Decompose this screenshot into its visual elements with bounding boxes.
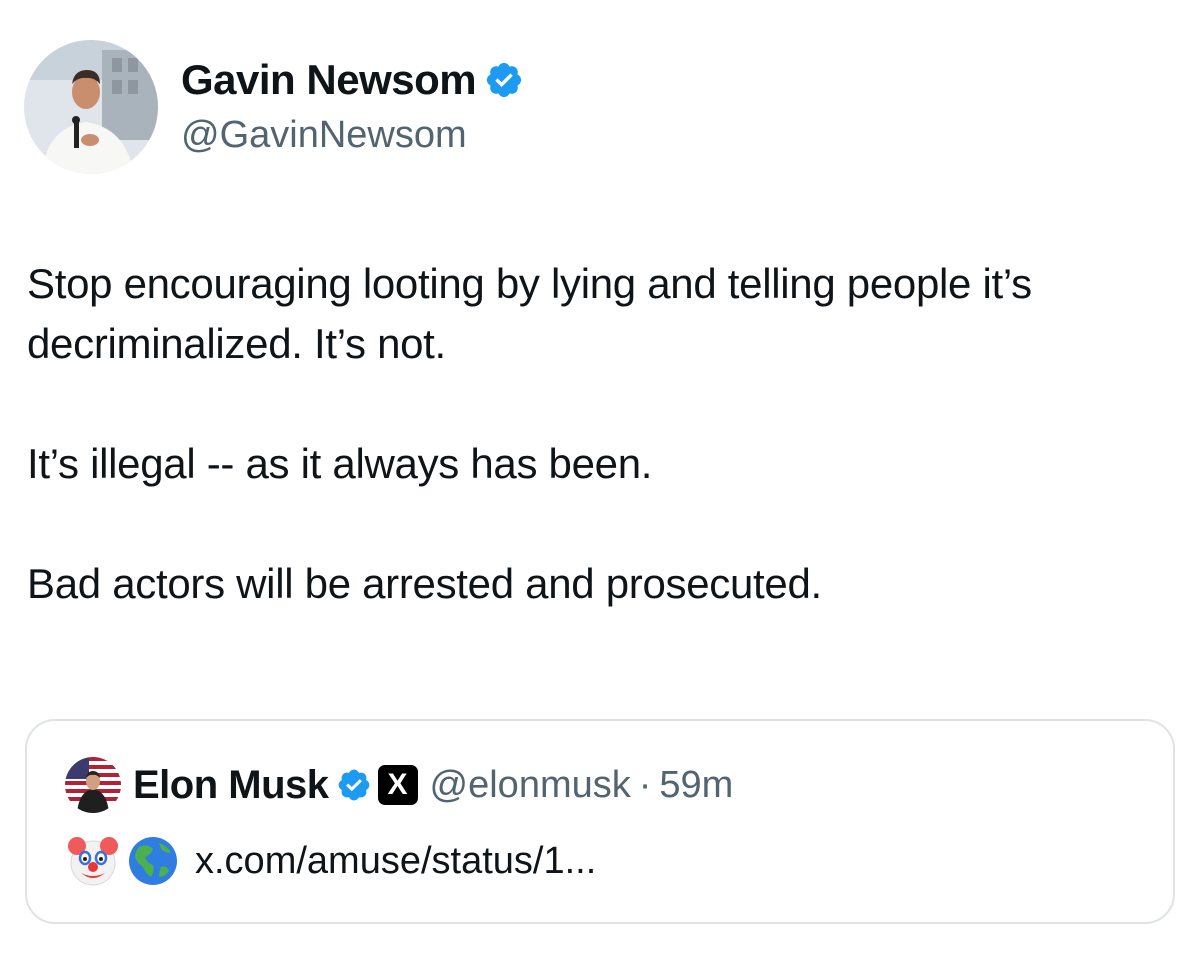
author-handle[interactable]: @GavinNewsom [181, 111, 524, 159]
quoted-author-display-name[interactable]: Elon Musk [133, 763, 329, 808]
quoted-timestamp[interactable]: 59m [659, 764, 733, 807]
quoted-tweet-body: x.com/amuse/status/1... [65, 833, 596, 889]
tweet-paragraph: Stop encouraging looting by lying and te… [27, 260, 1032, 367]
tweet-paragraph: It’s illegal -- as it always has been. [27, 440, 653, 487]
quoted-link[interactable]: x.com/amuse/status/1... [195, 840, 596, 883]
clown-face-icon [68, 837, 118, 886]
verified-badge-icon [338, 769, 369, 801]
quoted-tweet-card[interactable]: Elon Musk X @elonmusk · 59m x.com/amuse/… [25, 719, 1175, 924]
avatar-photo-icon [65, 757, 121, 813]
author-display-name[interactable]: Gavin Newsom [181, 55, 477, 105]
quoted-author-handle[interactable]: @elonmusk [430, 764, 631, 807]
x-badge-label: X [387, 768, 408, 801]
globe-americas-icon [129, 837, 177, 885]
author-avatar[interactable] [24, 40, 158, 174]
x-affiliate-badge-icon: X [377, 765, 418, 805]
tweet-paragraph: Bad actors will be arrested and prosecut… [27, 560, 822, 607]
separator-dot: · [638, 763, 652, 806]
tweet-text: Stop encouraging looting by lying and te… [27, 254, 1177, 614]
quoted-tweet-header: Elon Musk X @elonmusk · 59m [65, 757, 733, 813]
tweet-header: Gavin Newsom @GavinNewsom [24, 40, 524, 174]
quoted-author-avatar[interactable] [65, 757, 121, 813]
verified-badge-icon [487, 62, 522, 98]
avatar-photo-icon [24, 40, 158, 174]
